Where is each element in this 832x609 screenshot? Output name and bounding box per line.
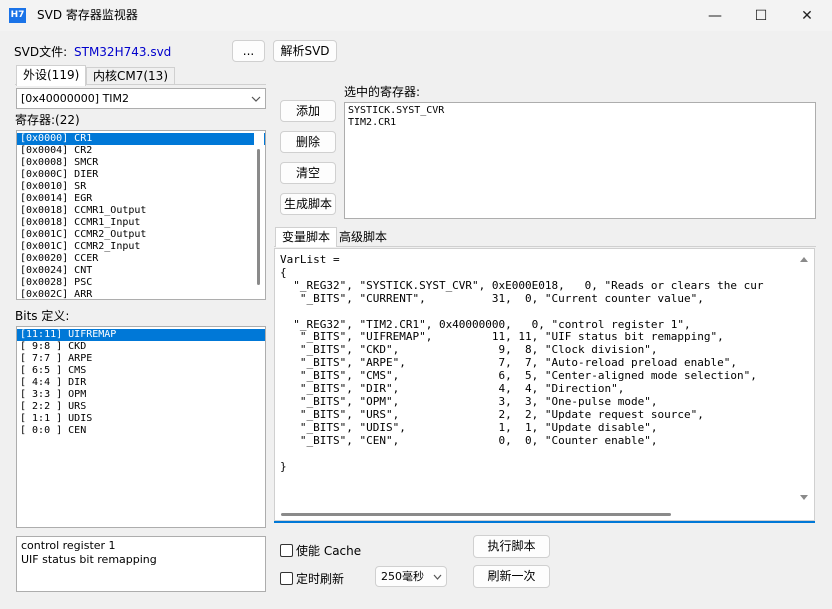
register-list-item[interactable]: [0x002C] ARR: [17, 289, 265, 301]
maximize-button[interactable]: ☐: [738, 0, 784, 31]
maximize-icon: ☐: [754, 7, 768, 24]
bits-list-item[interactable]: [ 2:2 ] URS: [17, 401, 265, 413]
delete-button[interactable]: 删除: [280, 131, 336, 153]
bits-list-item[interactable]: [ 4:4 ] DIR: [17, 377, 265, 389]
register-list-item[interactable]: [0x0008] SMCR: [17, 157, 265, 169]
registers-label: 寄存器:(22): [15, 113, 80, 127]
register-list-item[interactable]: [0x0028] PSC: [17, 277, 265, 289]
bits-list-item[interactable]: [ 0:0 ] CEN: [17, 425, 265, 437]
selected-register-item[interactable]: TIM2.CR1: [345, 117, 815, 129]
register-list-item[interactable]: [0x0018] CCMR1_Input: [17, 217, 265, 229]
selected-registers-label: 选中的寄存器:: [344, 85, 421, 99]
register-list-item[interactable]: [0x0020] CCER: [17, 253, 265, 265]
bits-label: Bits 定义:: [15, 309, 70, 323]
script-vertical-scrollbar[interactable]: [797, 251, 811, 507]
register-list-item[interactable]: [0x001C] CCMR2_Input: [17, 241, 265, 253]
refresh-interval-value: 250毫秒: [381, 570, 424, 583]
tab-variable-script[interactable]: 变量脚本: [275, 227, 338, 247]
script-editor[interactable]: VarList = { "_REG32", "SYSTICK.SYST_CVR"…: [274, 248, 815, 521]
parse-svd-button[interactable]: 解析SVD: [273, 40, 337, 62]
browse-button[interactable]: ...: [232, 40, 265, 62]
tab-advanced-script[interactable]: 高级脚本: [333, 229, 393, 247]
register-list[interactable]: [0x0000] CR1 [0x0004] CR2 [0x0008] SMCR [0x…: [16, 130, 266, 300]
peripheral-select-value: [0x40000000] TIM2: [21, 92, 130, 105]
bits-list[interactable]: [11:11] UIFREMAP[ 9:8 ] CKD[ 7:7 ] ARPE[…: [16, 326, 266, 528]
cache-checkbox-box[interactable]: [280, 544, 293, 557]
add-button[interactable]: 添加: [280, 100, 336, 122]
cache-checkbox-label: 使能 Cache: [296, 544, 362, 558]
refresh-interval-select[interactable]: 250毫秒: [375, 566, 447, 587]
scroll-down-icon[interactable]: [800, 495, 808, 501]
peripheral-select[interactable]: [0x40000000] TIM2: [16, 88, 266, 109]
register-list-item[interactable]: [0x0018] CCMR1_Output: [17, 205, 265, 217]
chevron-down-icon: [433, 574, 442, 580]
svd-file-name[interactable]: STM32H743.svd: [74, 44, 171, 60]
svd-file-label: SVD文件:: [14, 45, 68, 59]
generate-script-button[interactable]: 生成脚本: [280, 193, 336, 215]
refresh-once-button[interactable]: 刷新一次: [473, 565, 550, 588]
chevron-down-icon: [251, 96, 261, 102]
bits-list-item[interactable]: [11:11] UIFREMAP: [17, 329, 265, 341]
app-icon: H7: [9, 8, 26, 23]
timed-refresh-label: 定时刷新: [296, 572, 345, 586]
timed-refresh-checkbox[interactable]: 定时刷新: [280, 570, 344, 587]
timed-refresh-checkbox-box[interactable]: [280, 572, 293, 585]
script-code[interactable]: VarList = { "_REG32", "SYSTICK.SYST_CVR"…: [280, 254, 792, 504]
register-list-item[interactable]: [0x0000] CR1: [17, 133, 265, 145]
selected-register-item[interactable]: SYSTICK.SYST_CVR: [345, 105, 815, 117]
clear-button[interactable]: 清空: [280, 162, 336, 184]
register-list-item[interactable]: [0x0004] CR2: [17, 145, 265, 157]
register-list-item[interactable]: [0x000C] DIER: [17, 169, 265, 181]
bits-list-item[interactable]: [ 9:8 ] CKD: [17, 341, 265, 353]
register-list-item[interactable]: [0x001C] CCMR2_Output: [17, 229, 265, 241]
register-list-item[interactable]: [0x0014] EGR: [17, 193, 265, 205]
window-title: SVD 寄存器监视器: [37, 8, 138, 22]
script-horizontal-scroll-thumb[interactable]: [281, 513, 671, 516]
title-bar: H7 SVD 寄存器监视器 — ☐ ✕: [0, 0, 832, 31]
close-button[interactable]: ✕: [784, 0, 830, 31]
minimize-icon: —: [708, 7, 722, 24]
register-list-item[interactable]: [0x0024] CNT: [17, 265, 265, 277]
minimize-button[interactable]: —: [692, 0, 738, 31]
description-text: control register 1 UIF status bit remapp…: [21, 539, 157, 566]
bits-list-item[interactable]: [ 1:1 ] UDIS: [17, 413, 265, 425]
register-list-scrollbar[interactable]: [254, 131, 264, 299]
bits-list-item[interactable]: [ 3:3 ] OPM: [17, 389, 265, 401]
bits-list-item[interactable]: [ 7:7 ] ARPE: [17, 353, 265, 365]
close-icon: ✕: [801, 7, 813, 24]
register-list-item[interactable]: [0x0010] SR: [17, 181, 265, 193]
bits-list-item[interactable]: [ 6:5 ] CMS: [17, 365, 265, 377]
selected-register-list[interactable]: SYSTICK.SYST_CVR TIM2.CR1: [344, 102, 816, 219]
run-script-button[interactable]: 执行脚本: [473, 535, 550, 558]
register-list-scroll-thumb[interactable]: [257, 149, 260, 285]
description-box: control register 1 UIF status bit remapp…: [16, 536, 266, 592]
tab-peripherals[interactable]: 外设(119): [16, 65, 87, 86]
scroll-up-icon[interactable]: [800, 256, 808, 262]
script-editor-focus-line: [274, 521, 815, 523]
tab-core[interactable]: 内核CM7(13): [86, 67, 176, 85]
enable-cache-checkbox[interactable]: 使能 Cache: [280, 542, 361, 559]
